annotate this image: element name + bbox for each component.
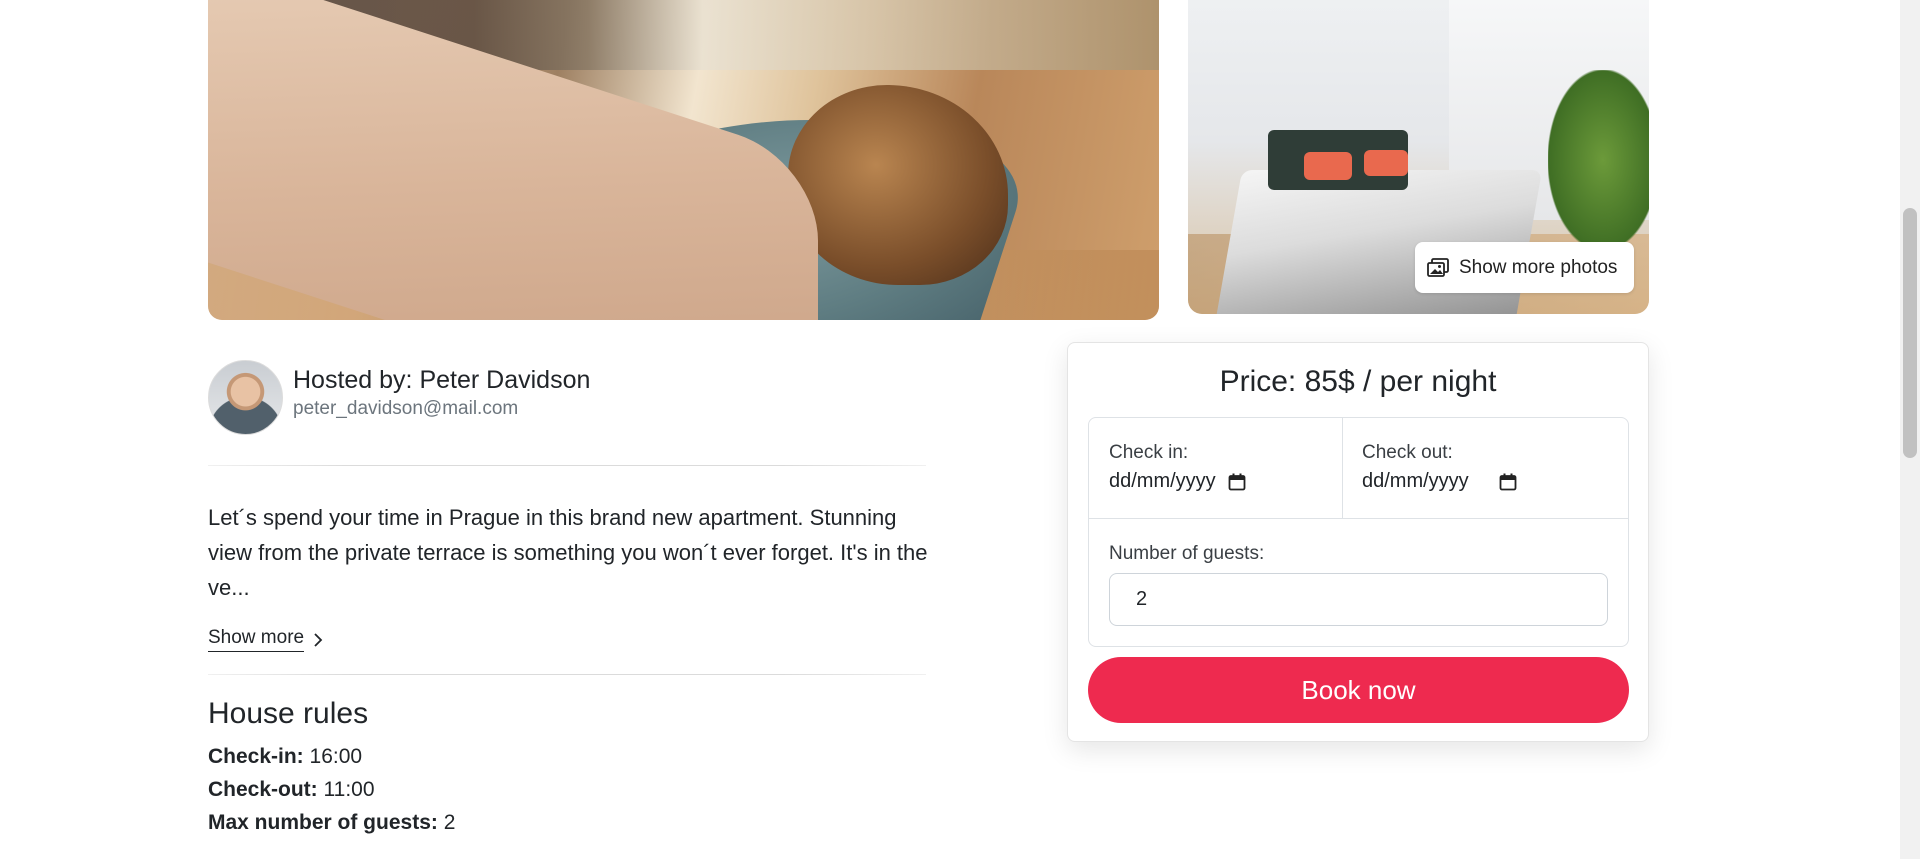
listing-page: Show more photos Hosted by: Peter Davids…	[0, 0, 1920, 859]
guests-value: 2	[1136, 588, 1148, 610]
house-rule-item: Check-out: 11:00	[208, 778, 375, 802]
check-out-date-value: dd/mm/yyyy	[1362, 470, 1469, 492]
booking-card: Price: 85$ / per night Check in: dd/mm/y…	[1067, 342, 1649, 742]
show-more-photos-button[interactable]: Show more photos	[1415, 242, 1634, 293]
show-more-photos-label: Show more photos	[1459, 256, 1618, 278]
host-avatar	[208, 360, 283, 435]
booking-form: Check in: dd/mm/yyyy Check out: dd/mm/yy…	[1088, 417, 1629, 647]
main-listing-photo[interactable]	[208, 0, 1159, 320]
calendar-icon[interactable]	[1228, 473, 1246, 491]
chevron-right-icon	[312, 632, 324, 648]
check-out-label: Check out:	[1362, 442, 1453, 463]
page-scrollbar-track[interactable]	[1900, 0, 1920, 859]
check-in-date-value: dd/mm/yyyy	[1109, 470, 1216, 492]
book-now-button[interactable]: Book now	[1088, 657, 1629, 723]
house-rule-item: Check-in: 16:00	[208, 745, 362, 769]
page-scrollbar-thumb[interactable]	[1903, 208, 1917, 458]
house-rule-label: Check-out:	[208, 778, 318, 801]
check-out-date-input[interactable]: dd/mm/yyyy	[1362, 470, 1517, 493]
show-more-label: Show more	[208, 627, 305, 652]
house-rules-title: House rules	[208, 697, 369, 730]
price-per-night: Price: 85$ / per night	[1219, 365, 1497, 398]
listing-description: Let´s spend your time in Prague in this …	[208, 505, 928, 600]
row-divider	[1089, 518, 1628, 519]
host-title: Hosted by: Peter Davidson	[293, 366, 591, 394]
show-more-link[interactable]: Show more	[208, 627, 324, 652]
section-divider	[208, 465, 926, 466]
house-rule-item: Max number of guests: 2	[208, 811, 455, 835]
check-in-date-input[interactable]: dd/mm/yyyy	[1109, 470, 1246, 493]
section-divider	[208, 674, 926, 675]
house-rule-label: Max number of guests:	[208, 811, 438, 834]
guests-input[interactable]: 2	[1109, 573, 1608, 626]
image-icon	[1427, 257, 1449, 278]
check-in-label: Check in:	[1109, 442, 1189, 463]
house-rule-label: Check-in:	[208, 745, 304, 768]
host-email: peter_davidson@mail.com	[293, 398, 519, 419]
calendar-icon[interactable]	[1499, 473, 1517, 491]
guests-label: Number of guests:	[1109, 543, 1265, 564]
house-rule-value: 16:00	[309, 745, 363, 768]
house-rule-value: 2	[443, 811, 456, 834]
date-divider	[1342, 418, 1343, 518]
house-rule-value: 11:00	[323, 778, 375, 801]
